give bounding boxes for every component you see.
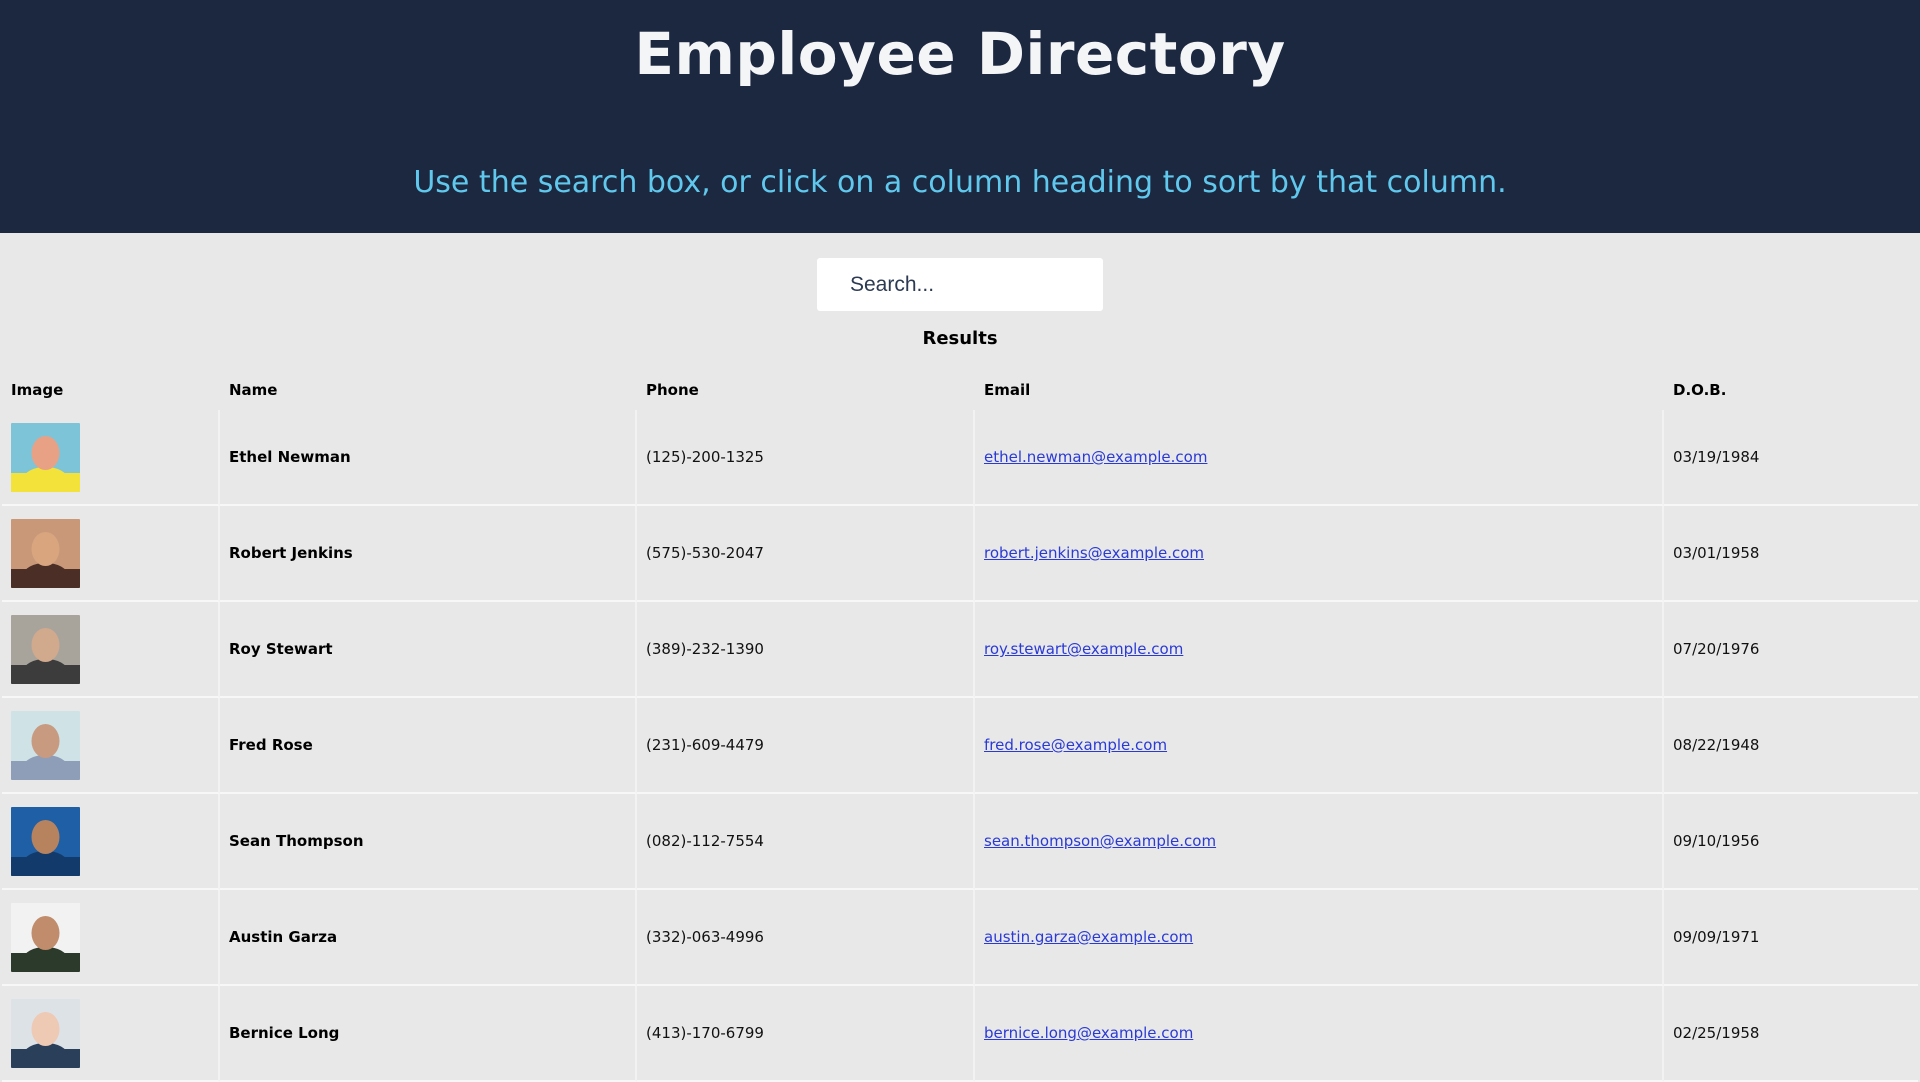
results-label: Results xyxy=(922,328,998,349)
dob-cell: 08/22/1948 xyxy=(1664,698,1918,794)
dob-cell: 09/10/1956 xyxy=(1664,794,1918,890)
avatar xyxy=(11,422,80,492)
dob-cell: 03/19/1984 xyxy=(1664,410,1918,506)
table-row: Austin Garza (332)-063-4996 austin.garza… xyxy=(2,890,1918,986)
phone-cell: (082)-112-7554 xyxy=(637,794,975,890)
email-cell: austin.garza@example.com xyxy=(975,890,1664,986)
avatar xyxy=(11,806,80,876)
image-cell xyxy=(2,890,220,986)
email-link[interactable]: fred.rose@example.com xyxy=(984,736,1167,754)
image-cell xyxy=(2,602,220,698)
page-subtitle: Use the search box, or click on a column… xyxy=(413,165,1507,200)
name-cell: Robert Jenkins xyxy=(220,506,637,602)
table-row: Bernice Long (413)-170-6799 bernice.long… xyxy=(2,986,1918,1082)
image-cell xyxy=(2,986,220,1082)
email-link[interactable]: ethel.newman@example.com xyxy=(984,448,1207,466)
avatar xyxy=(11,518,80,588)
column-header-email[interactable]: Email xyxy=(975,370,1664,410)
avatar xyxy=(11,710,80,780)
phone-cell: (413)-170-6799 xyxy=(637,986,975,1082)
phone-cell: (389)-232-1390 xyxy=(637,602,975,698)
table-row: Robert Jenkins (575)-530-2047 robert.jen… xyxy=(2,506,1918,602)
column-header-phone[interactable]: Phone xyxy=(637,370,975,410)
table-row: Sean Thompson (082)-112-7554 sean.thomps… xyxy=(2,794,1918,890)
column-header-name[interactable]: Name xyxy=(220,370,637,410)
phone-cell: (125)-200-1325 xyxy=(637,410,975,506)
avatar xyxy=(11,998,80,1068)
column-header-image[interactable]: Image xyxy=(2,370,220,410)
email-link[interactable]: austin.garza@example.com xyxy=(984,928,1193,946)
name-cell: Fred Rose xyxy=(220,698,637,794)
dob-cell: 02/25/1958 xyxy=(1664,986,1918,1082)
name-cell: Roy Stewart xyxy=(220,602,637,698)
email-link[interactable]: robert.jenkins@example.com xyxy=(984,544,1204,562)
page-header: Employee Directory Use the search box, o… xyxy=(0,0,1920,233)
email-cell: bernice.long@example.com xyxy=(975,986,1664,1082)
image-cell xyxy=(2,410,220,506)
table-row: Roy Stewart (389)-232-1390 roy.stewart@e… xyxy=(2,602,1918,698)
table-row: Fred Rose (231)-609-4479 fred.rose@examp… xyxy=(2,698,1918,794)
email-cell: fred.rose@example.com xyxy=(975,698,1664,794)
column-header-dob[interactable]: D.O.B. xyxy=(1664,370,1918,410)
image-cell xyxy=(2,698,220,794)
phone-cell: (575)-530-2047 xyxy=(637,506,975,602)
email-link[interactable]: bernice.long@example.com xyxy=(984,1024,1193,1042)
page-title: Employee Directory xyxy=(634,20,1286,88)
email-cell: robert.jenkins@example.com xyxy=(975,506,1664,602)
avatar xyxy=(11,902,80,972)
table-row: Ethel Newman (125)-200-1325 ethel.newman… xyxy=(2,410,1918,506)
email-cell: ethel.newman@example.com xyxy=(975,410,1664,506)
name-cell: Bernice Long xyxy=(220,986,637,1082)
dob-cell: 03/01/1958 xyxy=(1664,506,1918,602)
name-cell: Ethel Newman xyxy=(220,410,637,506)
name-cell: Austin Garza xyxy=(220,890,637,986)
phone-cell: (231)-609-4479 xyxy=(637,698,975,794)
image-cell xyxy=(2,794,220,890)
email-link[interactable]: roy.stewart@example.com xyxy=(984,640,1183,658)
employee-table: Image Name Phone Email D.O.B. Ethel Newm… xyxy=(2,370,1918,1082)
email-link[interactable]: sean.thompson@example.com xyxy=(984,832,1216,850)
search-container xyxy=(817,258,1103,311)
table-header-row: Image Name Phone Email D.O.B. xyxy=(2,370,1918,410)
name-cell: Sean Thompson xyxy=(220,794,637,890)
email-cell: sean.thompson@example.com xyxy=(975,794,1664,890)
dob-cell: 09/09/1971 xyxy=(1664,890,1918,986)
image-cell xyxy=(2,506,220,602)
email-cell: roy.stewart@example.com xyxy=(975,602,1664,698)
avatar xyxy=(11,614,80,684)
phone-cell: (332)-063-4996 xyxy=(637,890,975,986)
search-input[interactable] xyxy=(817,258,1103,311)
dob-cell: 07/20/1976 xyxy=(1664,602,1918,698)
